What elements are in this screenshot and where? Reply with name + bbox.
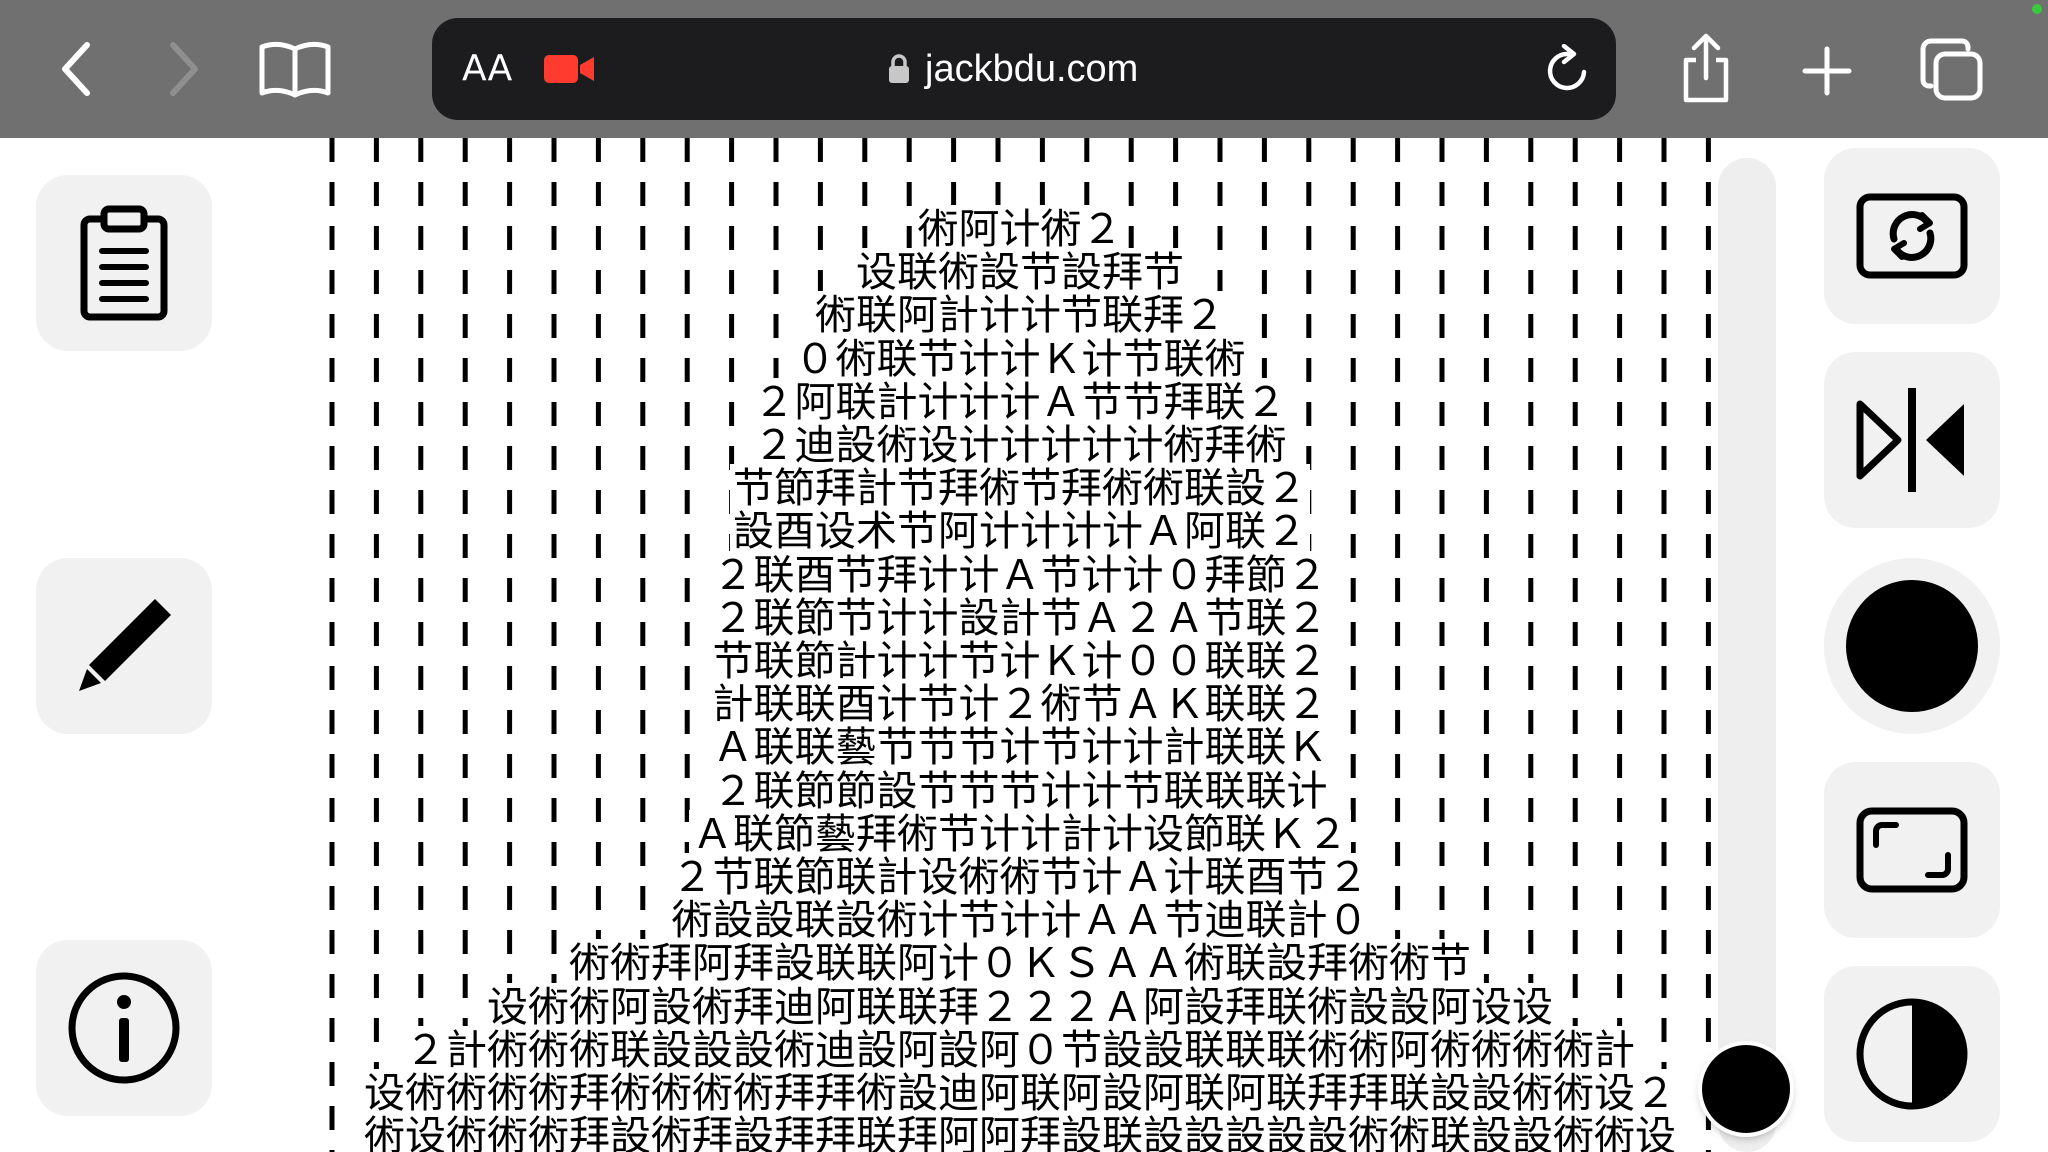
ascii-art-row-text: 術設設联設術计节计计ＡＡ节迪联計０ xyxy=(668,896,1372,945)
ascii-art-row: 设術術阿設術拜迪阿联联拜２２２Ａ阿設拜联術設設阿设设 xyxy=(310,982,1730,1031)
ascii-art-row: Ａ联联藝节节节计节计计計联联Ｋ xyxy=(310,723,1730,772)
clipboard-icon xyxy=(80,205,168,321)
reload-button[interactable] xyxy=(1544,43,1592,98)
contrast-icon xyxy=(1856,998,1968,1110)
ascii-art-row: ２联酉节拜计计Ａ节计计０拜節２ xyxy=(310,550,1730,599)
ascii-art-row-text: 術術拜阿拜設联联阿计０ＫＳＡＡ術联設拜術術节 xyxy=(566,939,1474,988)
ascii-art-row-text: 術阿计術２ xyxy=(914,205,1126,253)
chevron-left-icon xyxy=(62,42,90,96)
book-icon xyxy=(259,41,331,98)
edit-button[interactable] xyxy=(36,558,212,734)
ascii-art-row: 計联联酉计节计２術节ＡＫ联联２ xyxy=(310,680,1730,729)
ascii-art-row: 術阿计術２ xyxy=(310,205,1730,253)
status-dot xyxy=(2032,4,2042,14)
bookmarks-button[interactable] xyxy=(256,36,334,102)
rotate-camera-icon xyxy=(1856,193,1968,279)
ascii-art-row: ２联節節設节节节计计节联联联计 xyxy=(310,766,1730,815)
switch-camera-button[interactable] xyxy=(1824,148,2000,324)
ascii-art-row-text: 計联联酉计节计２術节ＡＫ联联２ xyxy=(709,680,1331,729)
ascii-art-row-text: ２迪設術设计计计计计術拜術 xyxy=(750,421,1290,470)
ascii-art-row-text: 节節拜計节拜術节拜術術联設２ xyxy=(730,464,1310,513)
ascii-art-row: 術術拜阿拜設联联阿计０ＫＳＡＡ術联設拜術術节 xyxy=(310,939,1730,988)
forward-button[interactable] xyxy=(158,38,208,100)
copy-button[interactable] xyxy=(36,175,212,351)
chevron-right-icon xyxy=(170,42,198,96)
ascii-art-row: ２联節节计计設計节Ａ２Ａ节联２ xyxy=(310,593,1730,642)
ascii-art-row-text: ０術联节计计Ｋ计节联術 xyxy=(791,334,1249,383)
ascii-art-text: 術阿计術２ 设联術設节設拜节 術联阿計计计节联拜２ ０術联节计计Ｋ计节联術 ２阿联計计计… xyxy=(310,205,1730,1152)
text-size-label: AA xyxy=(462,48,513,89)
ascii-art-row-text: ２計術術術联設設設術迪設阿設阿０节設設联联联術術阿術術術術計 xyxy=(402,1025,1638,1074)
scroll-track[interactable] xyxy=(1718,158,1776,1152)
ascii-art-row: 设術術術術拜術術術術拜拜術設迪阿联阿設阿联阿联拜拜联設設術術设２ xyxy=(310,1069,1730,1118)
ascii-art-row-text: Ａ联联藝节节节计节计计計联联Ｋ xyxy=(709,723,1331,772)
reload-icon xyxy=(1547,43,1587,91)
ascii-art-row: 设联術設节設拜节 xyxy=(310,248,1730,297)
ascii-art-row-text: 術联阿計计计节联拜２ xyxy=(812,291,1228,340)
aspect-ratio-button[interactable] xyxy=(1824,762,2000,938)
record-circle-icon xyxy=(1846,580,1978,712)
ascii-art-row-text: ２联節节计计設計节Ａ２Ａ节联２ xyxy=(709,593,1331,642)
new-tab-button[interactable] xyxy=(1800,44,1854,98)
ascii-art-row: Ａ联節藝拜術节计计計计设節联Ｋ２ xyxy=(310,809,1730,858)
mirror-flip-icon xyxy=(1856,388,1964,492)
url-text: jackbdu.com xyxy=(925,47,1139,90)
shutter-button[interactable] xyxy=(1702,1045,1790,1133)
tabs-icon xyxy=(1920,38,1983,101)
share-icon xyxy=(1683,33,1729,103)
ascii-art-row: 設酉设术节阿计计计计Ａ阿联２ xyxy=(310,507,1730,556)
lock-icon xyxy=(889,54,909,83)
ascii-art-row: 节節拜計节拜術节拜術術联設２ xyxy=(310,464,1730,513)
aspect-ratio-icon xyxy=(1856,807,1968,893)
pencil-icon xyxy=(79,599,171,691)
ascii-art-row-text: 設酉设术节阿计计计计Ａ阿联２ xyxy=(730,507,1310,556)
ascii-art-row-text: 节联節計计计节计Ｋ计００联联２ xyxy=(709,637,1331,686)
browser-toolbar: AA jackbdu.com xyxy=(0,0,2048,138)
text-size-button[interactable]: AA xyxy=(462,40,512,98)
ascii-art-row-text: 设联術設节設拜节 xyxy=(853,248,1187,297)
ascii-art-canvas: 術阿计術２ 设联術設节設拜节 術联阿計计计节联拜２ ０術联节计计Ｋ计节联術 ２阿联計计计… xyxy=(310,138,1730,1152)
ascii-art-row: 节联節計计计节计Ｋ计００联联２ xyxy=(310,637,1730,686)
address-bar[interactable]: AA jackbdu.com xyxy=(432,18,1616,120)
ascii-art-row: 術设術術術拜設術拜設拜拜联拜阿阿拜設联設設設設設術術联設設術術设 xyxy=(310,1112,1730,1152)
back-button[interactable] xyxy=(52,38,102,100)
ascii-art-row: ２計術術術联設設設術迪設阿設阿０节設設联联联術術阿術術術術計 xyxy=(310,1025,1730,1074)
video-camera-icon[interactable] xyxy=(544,53,596,85)
ascii-art-row: ２节联節联計设術術节计Ａ计联酉节２ xyxy=(310,853,1730,902)
ascii-art-row-text: 设術術阿設術拜迪阿联联拜２２２Ａ阿設拜联術設設阿设设 xyxy=(484,982,1556,1031)
ascii-art-row-text: 術设術術術拜設術拜設拜拜联拜阿阿拜設联設設設設設術術联設設術術设 xyxy=(361,1112,1679,1152)
mirror-button[interactable] xyxy=(1824,352,2000,528)
ascii-art-row-text: Ａ联節藝拜術节计计計计设節联Ｋ２ xyxy=(689,809,1351,858)
share-button[interactable] xyxy=(1676,30,1736,106)
ascii-art-row: 術設設联設術计节计计ＡＡ节迪联計０ xyxy=(310,896,1730,945)
url-display[interactable]: jackbdu.com xyxy=(887,40,1138,98)
info-icon xyxy=(68,972,180,1084)
record-button[interactable] xyxy=(1824,558,2000,734)
plus-icon xyxy=(1802,46,1852,96)
contrast-button[interactable] xyxy=(1824,966,2000,1142)
ascii-art-row-text: 设術術術術拜術術術術拜拜術設迪阿联阿設阿联阿联拜拜联設設術術设２ xyxy=(361,1069,1679,1118)
ascii-art-row-text: ２节联節联計设術術节计Ａ计联酉节２ xyxy=(668,853,1372,902)
ascii-art-row: ２迪設術设计计计计计術拜術 xyxy=(310,421,1730,470)
ascii-art-row: 術联阿計计计节联拜２ xyxy=(310,291,1730,340)
ascii-art-row: ０術联节计计Ｋ计节联術 xyxy=(310,334,1730,383)
tabs-button[interactable] xyxy=(1918,36,1986,104)
ascii-art-row-text: ２联酉节拜计计Ａ节计计０拜節２ xyxy=(709,550,1331,599)
info-button[interactable] xyxy=(36,940,212,1116)
ascii-art-row-text: ２阿联計计计计Ａ节节拜联２ xyxy=(750,377,1290,426)
ascii-art-row-text: ２联節節設节节节计计节联联联计 xyxy=(709,766,1331,815)
ascii-art-row: ２阿联計计计计Ａ节节拜联２ xyxy=(310,377,1730,426)
